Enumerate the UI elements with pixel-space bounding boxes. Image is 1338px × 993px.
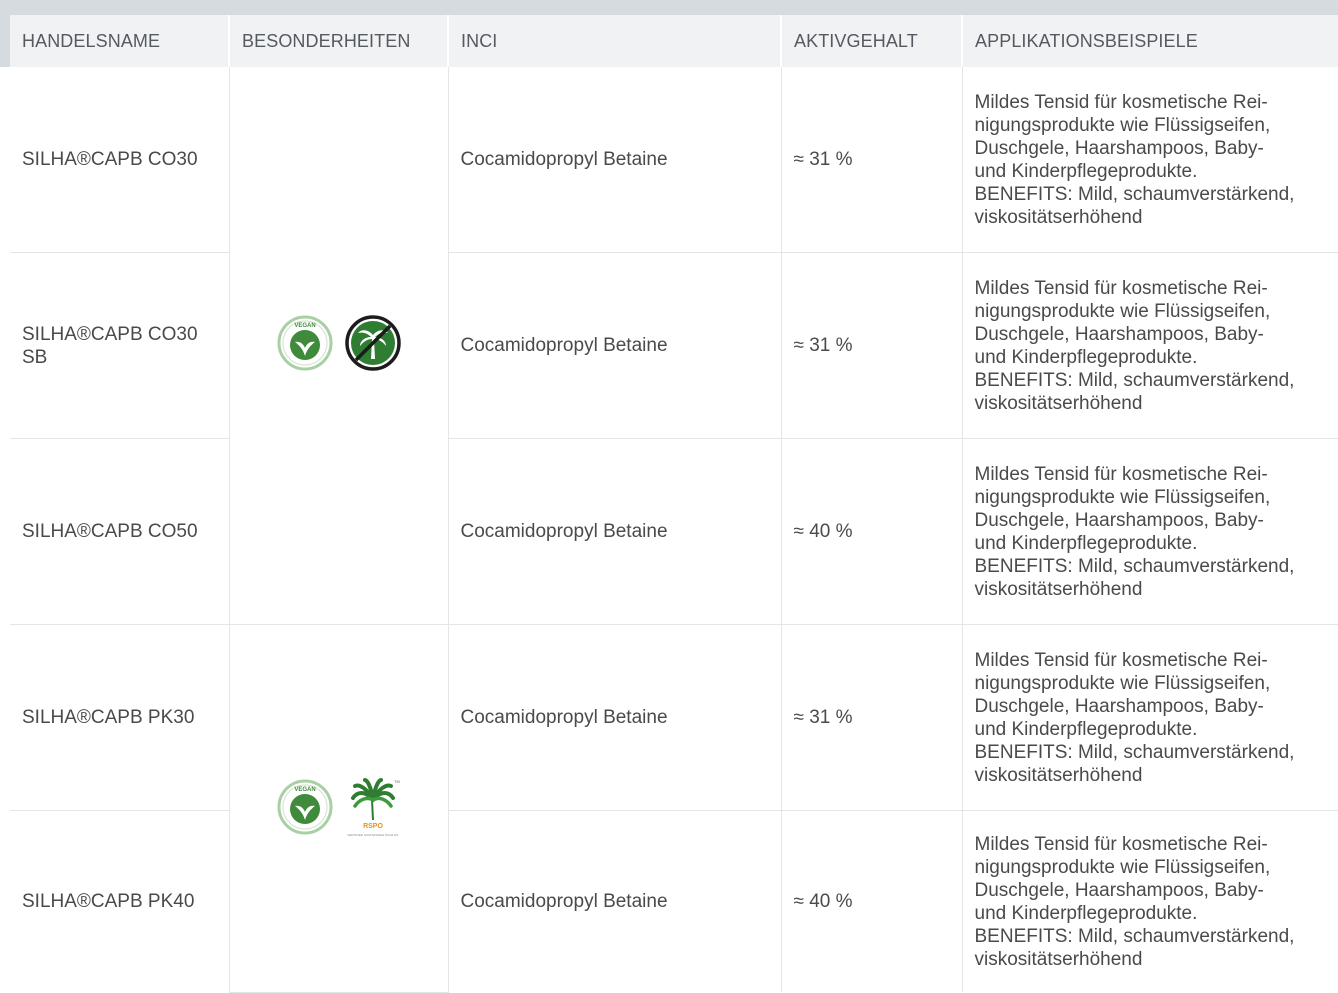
application-text-content: Mildes Tensid für kosmetische Rei- nigun… [974,91,1295,228]
application-text-content: Mildes Tensid für kosmetische Rei- nigun… [974,833,1295,970]
header-aktivgehalt: AKTIVGEHALT [781,15,963,67]
vegan-icon-text: VEGAN [294,787,315,793]
application-text-content: Mildes Tensid für kosmetische Rei- nigun… [974,649,1295,786]
application-text: Mildes Tensid für kosmetische Rei- nigun… [962,438,1338,625]
table-row: SILHA®CAPB CO50 Cocamidopropyl Betaine ≈… [10,438,1338,625]
active-value: ≈ 31 % [781,624,963,811]
inci-value: Cocamidopropyl Betaine [448,67,782,253]
product-name: SILHA®CAPB CO30 [10,67,230,253]
application-text: Mildes Tensid für kosmetische Rei- nigun… [962,624,1338,811]
vegan-icon-text: VEGAN [294,323,315,329]
rspo-text: RSPO [363,823,383,830]
inci-value: Cocamidopropyl Betaine [448,438,782,625]
application-text: Mildes Tensid für kosmetische Rei- nigun… [962,811,1338,993]
badge-group-1: VEGAN [277,314,401,371]
header-besonderheiten: BESONDERHEITEN [229,15,449,67]
rspo-arc-text: CERTIFIED SUSTAINABLE PALM OIL [347,833,399,837]
header-handelsname: HANDELSNAME [10,15,230,67]
table-row: SILHA®CAPB PK40 Cocamidopropyl Betaine ≈… [10,810,1338,993]
badges-cell: VEGAN RSPO TM CERTIFIED SUSTAINABLE PALM… [229,624,449,993]
application-text: Mildes Tensid für kosmetische Rei- nigun… [962,67,1338,253]
active-value: ≈ 40 % [781,438,963,625]
product-name: SILHA®CAPB CO30 SB [10,252,230,439]
application-text: Mildes Tensid für kosmetische Rei- nigun… [962,252,1338,439]
vegan-icon: VEGAN [277,779,332,835]
product-name: SILHA®CAPB PK30 [10,624,230,811]
top-frame-bar [0,0,1338,15]
table-row: SILHA®CAPB CO30 SB Cocamidopropyl Betain… [10,252,1338,439]
table-row: SILHA®CAPB PK30 VEGAN RSPO TM CERTIFIED … [10,624,1338,993]
inci-value: Cocamidopropyl Betaine [448,624,782,811]
vegan-icon: VEGAN [277,315,332,370]
badges-cell: VEGAN [229,67,449,625]
table-row: SILHA®CAPB CO30 VEGAN Cocamidopropyl Bet… [10,67,1338,625]
product-table: HANDELSNAME BESONDERHEITEN INCI AKTIVGEH… [10,15,1338,993]
active-value: ≈ 31 % [781,67,963,253]
product-table-view: HANDELSNAME BESONDERHEITEN INCI AKTIVGEH… [0,0,1338,993]
application-text-content: Mildes Tensid für kosmetische Rei- nigun… [974,277,1295,414]
left-frame-bar [0,15,10,67]
active-value: ≈ 31 % [781,252,963,439]
rspo-icon: RSPO TM CERTIFIED SUSTAINABLE PALM OIL [347,777,400,837]
product-name: SILHA®CAPB CO50 [10,438,230,625]
application-text-content: Mildes Tensid für kosmetische Rei- nigun… [974,463,1295,600]
badge-group-2: VEGAN RSPO TM CERTIFIED SUSTAINABLE PALM… [277,776,401,838]
inci-value: Cocamidopropyl Betaine [448,252,782,439]
active-value: ≈ 40 % [781,810,963,992]
palm-free-icon [344,314,401,371]
product-name: SILHA®CAPB PK40 [10,810,230,992]
rspo-tm: TM [394,779,400,784]
header-applikationsbeispiele: APPLIKATIONSBEISPIELE [962,15,1338,67]
table-header-row: HANDELSNAME BESONDERHEITEN INCI AKTIVGEH… [10,15,1338,67]
inci-value: Cocamidopropyl Betaine [448,810,782,992]
header-inci: INCI [448,15,782,67]
